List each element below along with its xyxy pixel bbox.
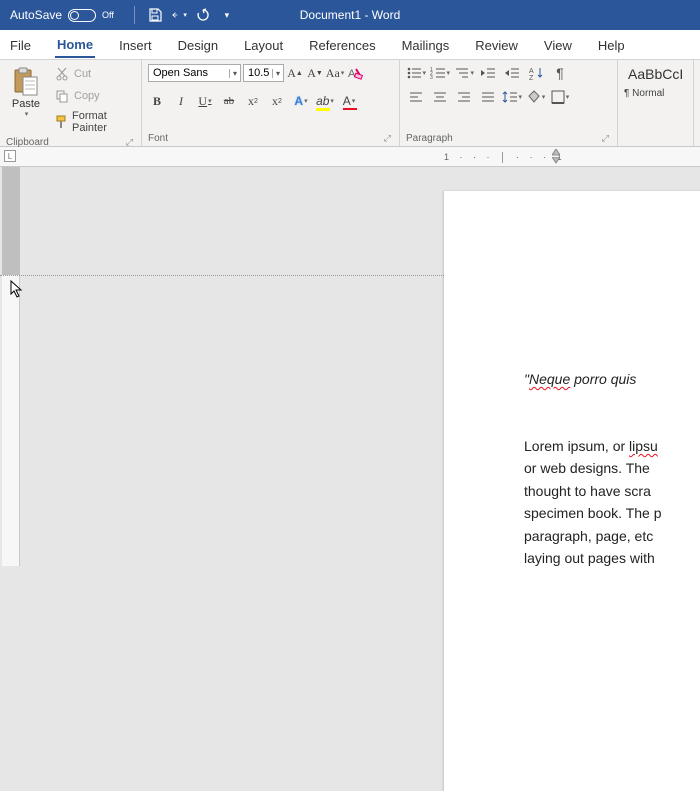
superscript-button[interactable]: x2 [268, 92, 286, 110]
decrease-font-size-button[interactable]: A▼ [306, 64, 324, 82]
group-label-styles [624, 143, 687, 144]
tab-view[interactable]: View [542, 32, 574, 57]
paste-icon [10, 66, 42, 98]
body-paragraph: Lorem ipsum, or lipsuor web designs. The… [524, 435, 700, 569]
copy-button[interactable]: Copy [50, 86, 135, 106]
group-styles: AaBbCcI ¶ Normal [618, 60, 694, 146]
increase-font-size-button[interactable]: A▲ [286, 64, 304, 82]
group-label-paragraph: Paragraph ⤢ [406, 132, 611, 144]
copy-label: Copy [74, 90, 100, 102]
font-size-value: 10.5 [244, 65, 272, 81]
group-paragraph: ▾ 123▾ ▾ AZ ¶ ▾ ▾ ▾ Paragraph ⤢ [400, 60, 618, 146]
separator [134, 6, 135, 24]
group-label-font: Font ⤢ [148, 132, 393, 144]
align-center-button[interactable] [430, 88, 450, 106]
group-font: Open Sans ▾ 10.5 ▾ A▲ A▼ Aa▾ A B I U▾ ab [142, 60, 400, 146]
cut-icon [54, 66, 70, 82]
chevron-down-icon: ▾ [183, 11, 187, 19]
font-size-combo[interactable]: 10.5 ▾ [243, 64, 284, 82]
font-name-value: Open Sans [149, 65, 229, 81]
dialog-launcher-icon[interactable]: ⤢ [600, 133, 611, 144]
autosave-label: AutoSave [10, 8, 62, 22]
format-painter-label: Format Painter [72, 110, 131, 134]
cut-button[interactable]: Cut [50, 64, 135, 84]
style-name[interactable]: ¶ Normal [624, 88, 664, 99]
multilevel-list-button[interactable]: ▾ [454, 64, 474, 82]
numbering-button[interactable]: 123▾ [430, 64, 450, 82]
tab-file[interactable]: File [8, 32, 33, 57]
customize-qat-icon[interactable]: ▾ [219, 7, 235, 23]
tab-design[interactable]: Design [176, 32, 220, 57]
increase-indent-button[interactable] [502, 64, 522, 82]
shading-button[interactable]: ▾ [526, 88, 546, 106]
chevron-down-icon[interactable]: ▾ [272, 69, 283, 78]
tab-references[interactable]: References [307, 32, 377, 57]
tab-review[interactable]: Review [473, 32, 520, 57]
vertical-ruler[interactable] [2, 167, 20, 566]
mouse-cursor-icon [10, 280, 24, 298]
decrease-indent-button[interactable] [478, 64, 498, 82]
redo-icon[interactable] [195, 7, 211, 23]
chevron-down-icon[interactable]: ▾ [229, 69, 240, 78]
quick-access-toolbar: ▾ ▾ [130, 6, 235, 24]
document-title: Document1 - Word [300, 8, 400, 22]
tab-selector[interactable]: L [4, 150, 16, 162]
group-clipboard: Paste ▾ Cut Copy [0, 60, 142, 146]
ruler-ticks: 1 · · · │ · · · 1 [440, 147, 700, 166]
svg-text:A: A [529, 68, 534, 75]
tab-help[interactable]: Help [596, 32, 627, 57]
horizontal-ruler[interactable]: L 1 · · · │ · · · 1 [0, 147, 700, 167]
show-paragraph-marks-button[interactable]: ¶ [550, 64, 570, 82]
borders-button[interactable]: ▾ [550, 88, 570, 106]
font-color-button[interactable]: A▾ [340, 92, 358, 110]
paste-button[interactable]: Paste ▾ [6, 64, 46, 136]
copy-icon [54, 88, 70, 104]
title-bar: AutoSave Off ▾ ▾ Document1 - Word [0, 0, 700, 30]
undo-icon[interactable]: ▾ [171, 7, 187, 23]
change-case-button[interactable]: Aa▾ [326, 64, 344, 82]
text-effects-button[interactable]: A▾ [292, 92, 310, 110]
bullets-button[interactable]: ▾ [406, 64, 426, 82]
dialog-launcher-icon[interactable]: ⤢ [382, 133, 393, 144]
ribbon: Paste ▾ Cut Copy [0, 60, 700, 147]
svg-text:A: A [348, 68, 356, 80]
save-icon[interactable] [147, 7, 163, 23]
svg-text:3: 3 [430, 75, 433, 80]
tab-home[interactable]: Home [55, 31, 95, 58]
underline-button[interactable]: U▾ [196, 92, 214, 110]
align-right-button[interactable] [454, 88, 474, 106]
toggle-knob [70, 11, 79, 20]
justify-button[interactable] [478, 88, 498, 106]
format-painter-button[interactable]: Format Painter [50, 108, 135, 136]
document-page[interactable]: "Neque porro quis Lorem ipsum, or lipsuo… [444, 191, 700, 791]
style-sample[interactable]: AaBbCcI [624, 64, 687, 84]
first-line-indent-icon[interactable] [552, 149, 560, 157]
bold-button[interactable]: B [148, 92, 166, 110]
ribbon-tabs: File Home Insert Design Layout Reference… [0, 30, 700, 60]
chevron-down-icon[interactable]: ▾ [25, 110, 29, 118]
tab-layout[interactable]: Layout [242, 32, 285, 57]
tab-mailings[interactable]: Mailings [400, 32, 452, 57]
sort-button[interactable]: AZ [526, 64, 546, 82]
clear-formatting-button[interactable]: A [346, 64, 364, 82]
quote-text: "Neque porro quis [524, 371, 700, 387]
strikethrough-button[interactable]: ab [220, 92, 238, 110]
format-painter-icon [54, 114, 68, 130]
highlight-button[interactable]: ab▾ [316, 92, 334, 110]
subscript-button[interactable]: x2 [244, 92, 262, 110]
ruler-margin-area [2, 167, 20, 275]
font-name-combo[interactable]: Open Sans ▾ [148, 64, 241, 82]
line-spacing-button[interactable]: ▾ [502, 88, 522, 106]
autosave-toggle[interactable]: AutoSave Off [10, 8, 114, 22]
toggle-track [68, 9, 96, 22]
italic-button[interactable]: I [172, 92, 190, 110]
cut-label: Cut [74, 68, 91, 80]
autosave-state: Off [102, 10, 114, 20]
paste-label: Paste [12, 98, 40, 110]
align-left-button[interactable] [406, 88, 426, 106]
document-workspace: "Neque porro quis Lorem ipsum, or lipsuo… [0, 167, 700, 566]
svg-text:Z: Z [529, 75, 534, 80]
indent-marker-icon[interactable] [552, 157, 560, 165]
tab-insert[interactable]: Insert [117, 32, 154, 57]
